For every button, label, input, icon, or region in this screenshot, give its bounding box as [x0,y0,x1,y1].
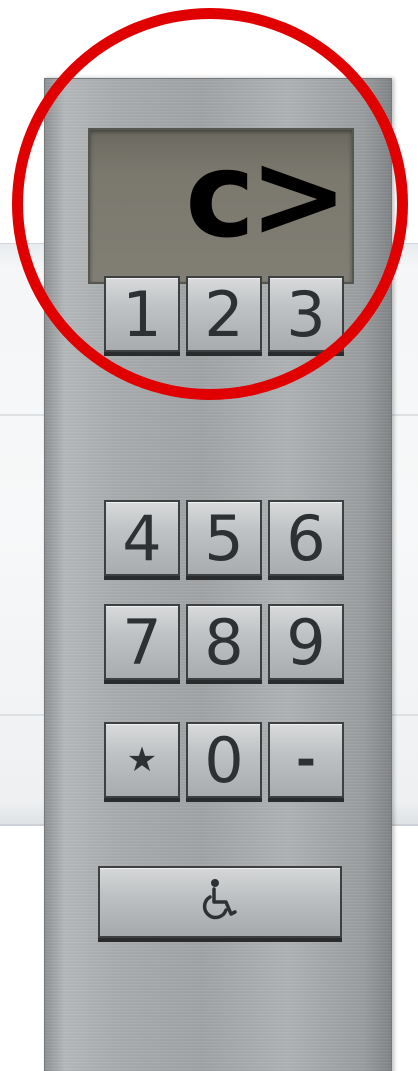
key-5[interactable]: 5 [186,500,262,576]
key-dash[interactable]: - [268,722,344,798]
key-8[interactable]: 8 [186,604,262,680]
key-3[interactable]: 3 [268,276,344,352]
wheelchair-icon [200,878,240,926]
key-0[interactable]: 0 [186,722,262,798]
photo-stage: c> 1 2 3 4 5 6 7 8 9 ★ 0 - [0,0,418,1071]
key-2[interactable]: 2 [186,276,262,352]
key-4[interactable]: 4 [104,500,180,576]
key-7[interactable]: 7 [104,604,180,680]
accessibility-button[interactable] [98,866,342,938]
key-star[interactable]: ★ [104,722,180,798]
key-9[interactable]: 9 [268,604,344,680]
display-text: c> [185,126,348,264]
lcd-display: c> [88,128,354,284]
key-1[interactable]: 1 [104,276,180,352]
key-6[interactable]: 6 [268,500,344,576]
